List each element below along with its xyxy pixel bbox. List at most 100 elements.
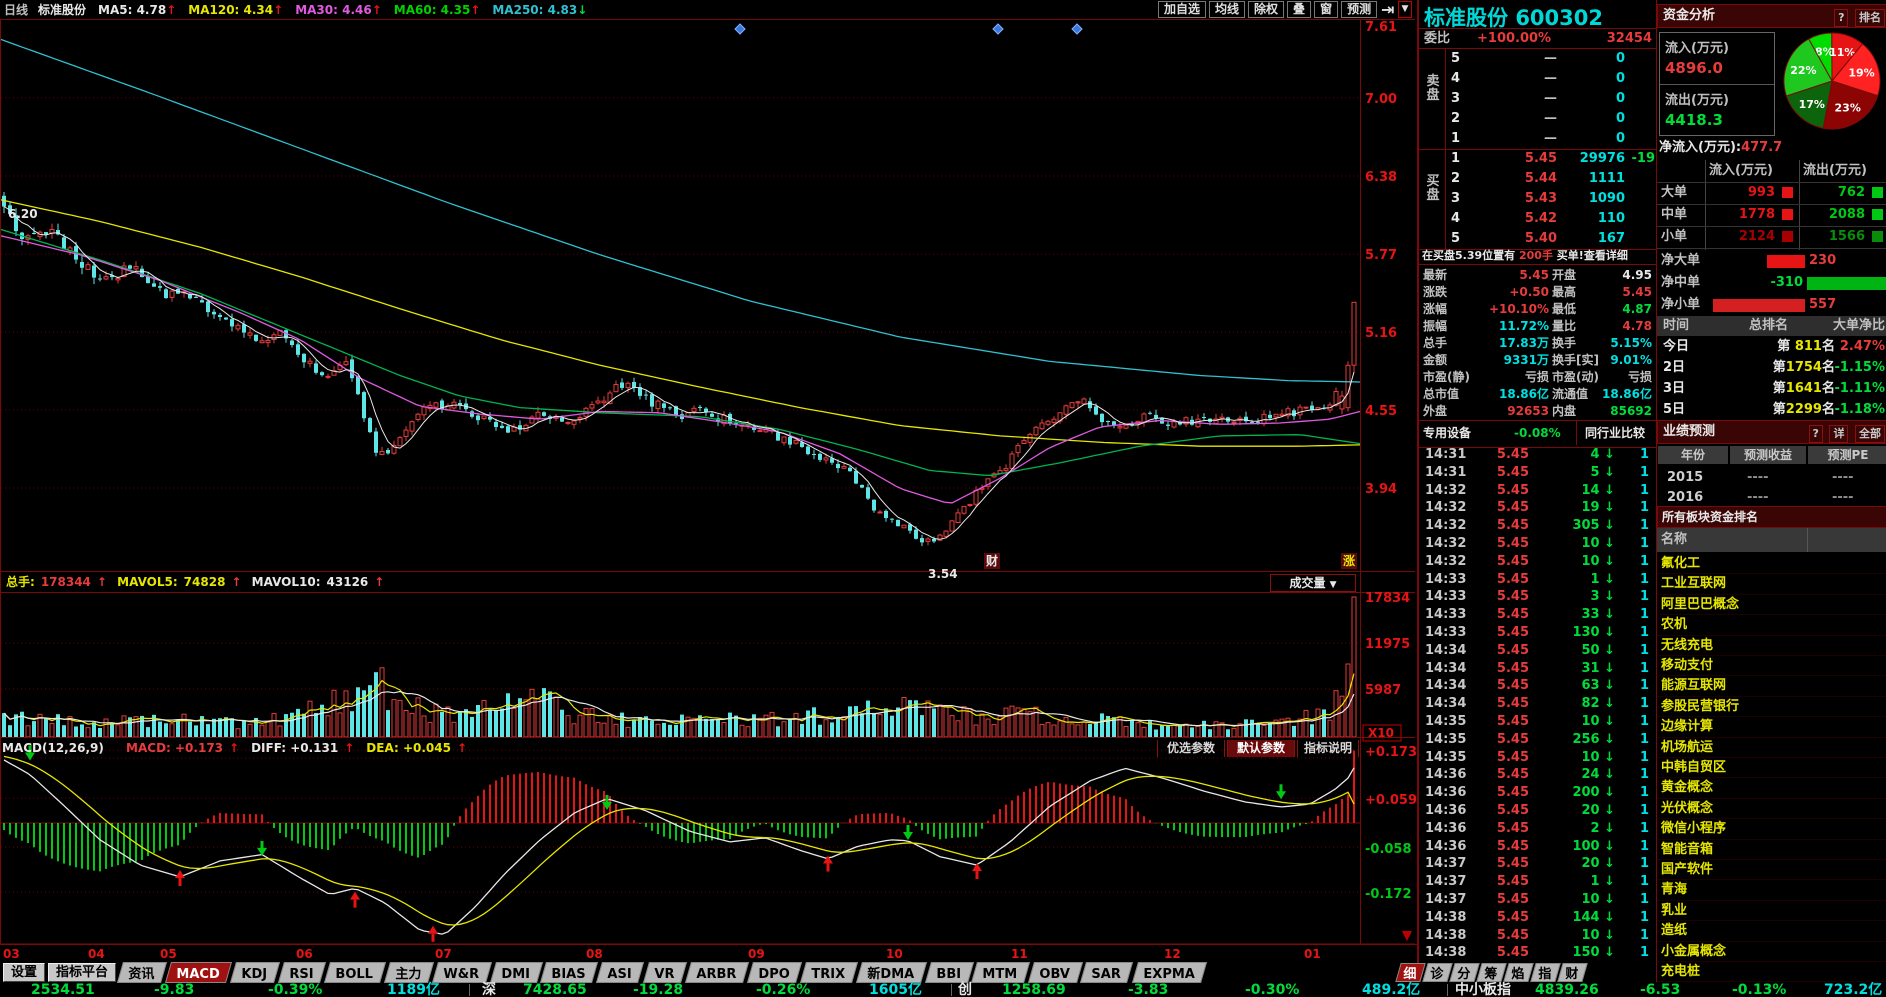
- indicator-tab-BOLL[interactable]: BOLL: [324, 962, 386, 983]
- indicator-tab-MTM[interactable]: MTM: [971, 962, 1030, 983]
- tick-tab-财[interactable]: 财: [1557, 963, 1588, 982]
- notice-qty: 200手: [1518, 249, 1553, 262]
- indicator-tab-KDJ[interactable]: KDJ: [230, 962, 281, 983]
- month-label-12: 12: [1164, 947, 1181, 961]
- kline-chart[interactable]: 7.61 7.00 6.38 5.77 5.16 4.55 3.94 17834 11975 59…: [0, 19, 1417, 945]
- tick-row: 14:37 5.45 1 ↓ 1: [1425, 874, 1649, 890]
- sector-item-能源互联网[interactable]: 能源互联网: [1657, 676, 1886, 697]
- toolbar-button-预测[interactable]: 预测: [1341, 1, 1378, 18]
- indicator-tab-ARBR[interactable]: ARBR: [684, 962, 749, 983]
- volume-indicator-selector[interactable]: 成交量 ▼: [1270, 574, 1356, 592]
- indicator-tab-ASI[interactable]: ASI: [596, 962, 645, 983]
- sector-name-column-header[interactable]: 名称: [1657, 528, 1886, 552]
- tick-tab-细[interactable]: 细: [1395, 963, 1426, 982]
- event-marker-icon[interactable]: [734, 23, 746, 35]
- toolbar-button-除权[interactable]: 除权: [1248, 1, 1285, 18]
- tick-trade-list[interactable]: 14:31 5.45 4 ↓ 1 14:31 5.45 5 ↓ 1 14:32 5.45 14 ↓ 1…: [1419, 446, 1656, 962]
- sector-item-氟化工[interactable]: 氟化工: [1657, 554, 1886, 575]
- cai-news-badge[interactable]: 财: [984, 553, 1000, 569]
- sector-item-工业互联网[interactable]: 工业互联网: [1657, 574, 1886, 595]
- toolbar-dropdown[interactable]: ▼: [1397, 1, 1413, 18]
- tick-detail-tab-bar: 细诊分筹焰指财: [1395, 963, 1588, 982]
- indicator-tab-RSI[interactable]: RSI: [278, 962, 327, 983]
- order-book-buy-row: 2 5.44 1111: [1451, 171, 1625, 186]
- macd-header: MACD(12,26,9) MACD: +0.173 ↑ DIFF: +0.131 ↑…: [0, 739, 1150, 758]
- tick-tab-诊[interactable]: 诊: [1422, 963, 1453, 982]
- rank-button[interactable]: 排名: [1855, 9, 1885, 27]
- event-marker-icon[interactable]: [992, 23, 1004, 35]
- industry-compare-button[interactable]: 同行业比较: [1585, 421, 1645, 445]
- tick-row: 14:36 5.45 24 ↓ 1: [1425, 767, 1649, 783]
- stats-row: 金额 9331万 换手[实] 9.01%: [1423, 353, 1652, 367]
- index-change: -19.28: [633, 982, 684, 997]
- indicator-tab-SAR[interactable]: SAR: [1080, 962, 1134, 983]
- indicator-tab-资讯[interactable]: 资讯: [117, 962, 168, 983]
- sector-item-无线充电[interactable]: 无线充电: [1657, 636, 1886, 656]
- indicator-tab-BBI[interactable]: BBI: [924, 962, 974, 983]
- sector-item-智能音箱[interactable]: 智能音箱: [1657, 840, 1886, 860]
- sector-item-乳业[interactable]: 乳业: [1657, 901, 1886, 922]
- month-label-08: 08: [586, 947, 603, 961]
- sector-item-阿里巴巴概念[interactable]: 阿里巴巴概念: [1657, 595, 1886, 616]
- event-marker-icon[interactable]: [1071, 23, 1083, 35]
- forecast-title: 业绩预测: [1663, 424, 1716, 439]
- sector-item-中韩自贸区[interactable]: 中韩自贸区: [1657, 758, 1886, 779]
- forecast-all-button[interactable]: 全部: [1855, 425, 1885, 443]
- tick-row: 14:38 5.45 144 ↓ 1: [1425, 909, 1649, 925]
- macd-param-button-1[interactable]: 优选参数: [1157, 740, 1225, 757]
- macd-item: DEA: +0.045 ↑: [366, 741, 468, 755]
- sector-item-边缘计算[interactable]: 边缘计算: [1657, 717, 1886, 738]
- notice-detail-link[interactable]: 买单!查看详细: [1557, 249, 1628, 262]
- fund-analysis-header: 资金分析 ? 排名: [1657, 4, 1886, 28]
- sector-item-青海[interactable]: 青海: [1657, 880, 1886, 901]
- help-button[interactable]: ?: [1834, 9, 1849, 27]
- settings-button[interactable]: 设置: [3, 963, 46, 982]
- sector-item-农机[interactable]: 农机: [1657, 615, 1886, 636]
- svg-text:3.94: 3.94: [1365, 482, 1397, 497]
- toolbar-button-均线[interactable]: 均线: [1209, 1, 1246, 18]
- sector-item-国产软件[interactable]: 国产软件: [1657, 860, 1886, 881]
- sector-item-机场航运[interactable]: 机场航运: [1657, 738, 1886, 758]
- macd-param-button-3[interactable]: 指标说明: [1297, 740, 1359, 757]
- pie-slice-label: 23%: [1835, 101, 1861, 114]
- indicator-tab-新DMA[interactable]: 新DMA: [855, 962, 927, 983]
- mavol10-label: MAVOL10:: [251, 575, 321, 589]
- indicator-tab-TRIX[interactable]: TRIX: [800, 962, 858, 983]
- sector-item-黄金概念[interactable]: 黄金概念: [1657, 778, 1886, 799]
- indicator-platform-button[interactable]: 指标平台: [48, 963, 117, 982]
- forecast-detail-button[interactable]: 详: [1829, 425, 1849, 443]
- sector-item-造纸[interactable]: 造纸: [1657, 921, 1886, 942]
- indicator-tab-OBV[interactable]: OBV: [1027, 962, 1083, 983]
- indicator-tab-EXPMA[interactable]: EXPMA: [1131, 962, 1208, 983]
- sector-item-移动支付[interactable]: 移动支付: [1657, 656, 1886, 677]
- sector-item-光伏概念[interactable]: 光伏概念: [1657, 799, 1886, 820]
- sector-item-微信小程序[interactable]: 微信小程序: [1657, 819, 1886, 840]
- sector-item-充电桩[interactable]: 充电桩: [1657, 962, 1886, 982]
- toolbar-button-窗[interactable]: 窗: [1314, 1, 1339, 18]
- macd-item: MACD: +0.173 ↑: [126, 741, 240, 755]
- indicator-tab-DPO[interactable]: DPO: [746, 962, 803, 983]
- indicator-tab-DMI[interactable]: DMI: [489, 962, 543, 983]
- tick-tab-筹[interactable]: 筹: [1476, 963, 1507, 982]
- zhang-badge[interactable]: 涨: [1341, 553, 1357, 569]
- indicator-tab-BIAS[interactable]: BIAS: [540, 962, 599, 983]
- fund-table-header: 流入(万元) 流出(万元): [1657, 160, 1886, 183]
- indicator-tab-MACD[interactable]: MACD: [165, 962, 233, 983]
- forecast-header: 业绩预测 ? 详 全部: [1657, 420, 1886, 444]
- tick-tab-焰[interactable]: 焰: [1503, 963, 1534, 982]
- indicator-tab-主力[interactable]: 主力: [383, 962, 434, 983]
- help-button[interactable]: ?: [1808, 425, 1823, 443]
- month-label-01: 01: [1304, 947, 1321, 961]
- nav-next-icon[interactable]: ⇥: [1377, 0, 1394, 19]
- toolbar-button-叠[interactable]: 叠: [1287, 1, 1312, 18]
- rank-table-row-2日: 2日 第1754名 -1.15%: [1663, 360, 1885, 375]
- macd-param-button-2[interactable]: 默认参数: [1227, 740, 1295, 757]
- indicator-tab-W&R[interactable]: W&R: [431, 962, 492, 983]
- tick-tab-指[interactable]: 指: [1530, 963, 1561, 982]
- sector-item-参股民营银行[interactable]: 参股民营银行: [1657, 697, 1886, 718]
- tick-tab-分[interactable]: 分: [1449, 963, 1480, 982]
- sector-item-小金属概念[interactable]: 小金属概念: [1657, 942, 1886, 962]
- divider: [1807, 528, 1808, 552]
- indicator-tab-VR[interactable]: VR: [642, 962, 687, 983]
- toolbar-button-加自选[interactable]: 加自选: [1158, 1, 1207, 18]
